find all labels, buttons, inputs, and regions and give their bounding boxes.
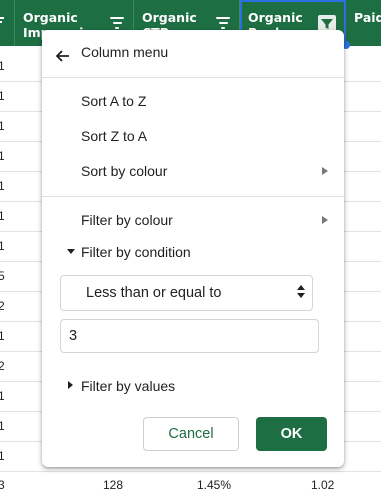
cell-value: 1 xyxy=(0,329,5,343)
filter-lines-icon[interactable] xyxy=(0,14,6,28)
menu-item-filter-by-values[interactable]: Filter by values xyxy=(42,369,344,403)
cell-value: 1 xyxy=(0,389,5,403)
menu-item-label: Filter by condition xyxy=(81,244,191,260)
column-menu: Column menu Sort A to Z Sort Z to A Sort… xyxy=(42,30,344,467)
menu-item-filter-by-condition[interactable]: Filter by condition xyxy=(42,235,344,269)
cell-value: 1 xyxy=(0,239,5,253)
cell-value: 128 xyxy=(103,478,124,492)
triangle-down-icon xyxy=(67,249,75,254)
header-col-leading xyxy=(0,0,15,46)
ok-button[interactable]: OK xyxy=(256,417,327,451)
cell-value: 1 xyxy=(0,179,5,193)
condition-value-input[interactable] xyxy=(60,319,319,353)
header-col-paid-share[interactable]: Paid Share xyxy=(346,0,381,46)
cell-value: 5 xyxy=(0,269,5,283)
cell-value: 1 xyxy=(0,209,5,223)
triangle-right-icon xyxy=(68,381,73,389)
cell-value: 2 xyxy=(0,359,5,373)
cell-value: 3 xyxy=(0,478,5,492)
updown-arrows-icon xyxy=(297,285,305,299)
menu-item-filter-by-colour[interactable]: Filter by colour xyxy=(42,203,344,237)
cell-value: 1.45% xyxy=(197,478,232,492)
menu-item-label: Sort A to Z xyxy=(81,93,147,109)
cell-value: 1 xyxy=(0,59,5,73)
menu-item-label: Sort by colour xyxy=(81,163,168,179)
menu-item-sort-az[interactable]: Sort A to Z xyxy=(42,84,344,118)
back-arrow-icon[interactable] xyxy=(55,49,70,62)
header-label: Paid Share xyxy=(354,10,381,25)
cancel-button[interactable]: Cancel xyxy=(143,417,239,451)
condition-select-value: Less than or equal to xyxy=(86,285,222,301)
menu-item-label: Filter by values xyxy=(81,378,176,394)
filter-lines-icon[interactable] xyxy=(110,17,124,29)
column-menu-back[interactable]: Column menu xyxy=(42,35,344,69)
cell-value: 1 xyxy=(0,149,5,163)
menu-item-sort-za[interactable]: Sort Z to A xyxy=(42,119,344,153)
cell-value: 1 xyxy=(0,419,5,433)
column-menu-title: Column menu xyxy=(81,44,169,60)
menu-item-sort-by-colour[interactable]: Sort by colour xyxy=(42,154,344,188)
divider xyxy=(42,196,344,197)
cell-value: 1 xyxy=(0,89,5,103)
submenu-arrow-icon xyxy=(322,167,328,175)
divider xyxy=(42,77,344,78)
cell-value: 1 xyxy=(0,119,5,133)
cell-value: 1 xyxy=(0,449,5,463)
menu-item-label: Sort Z to A xyxy=(81,128,148,144)
cell-value: 2 xyxy=(0,299,5,313)
cell-value: 1.02 xyxy=(311,478,335,492)
table-row: 3 128 1.45% 1.02 xyxy=(0,472,381,492)
filter-lines-icon[interactable] xyxy=(216,17,230,29)
menu-item-label: Filter by colour xyxy=(81,212,173,228)
condition-select[interactable]: Less than or equal to xyxy=(60,275,313,311)
submenu-arrow-icon xyxy=(322,216,328,224)
